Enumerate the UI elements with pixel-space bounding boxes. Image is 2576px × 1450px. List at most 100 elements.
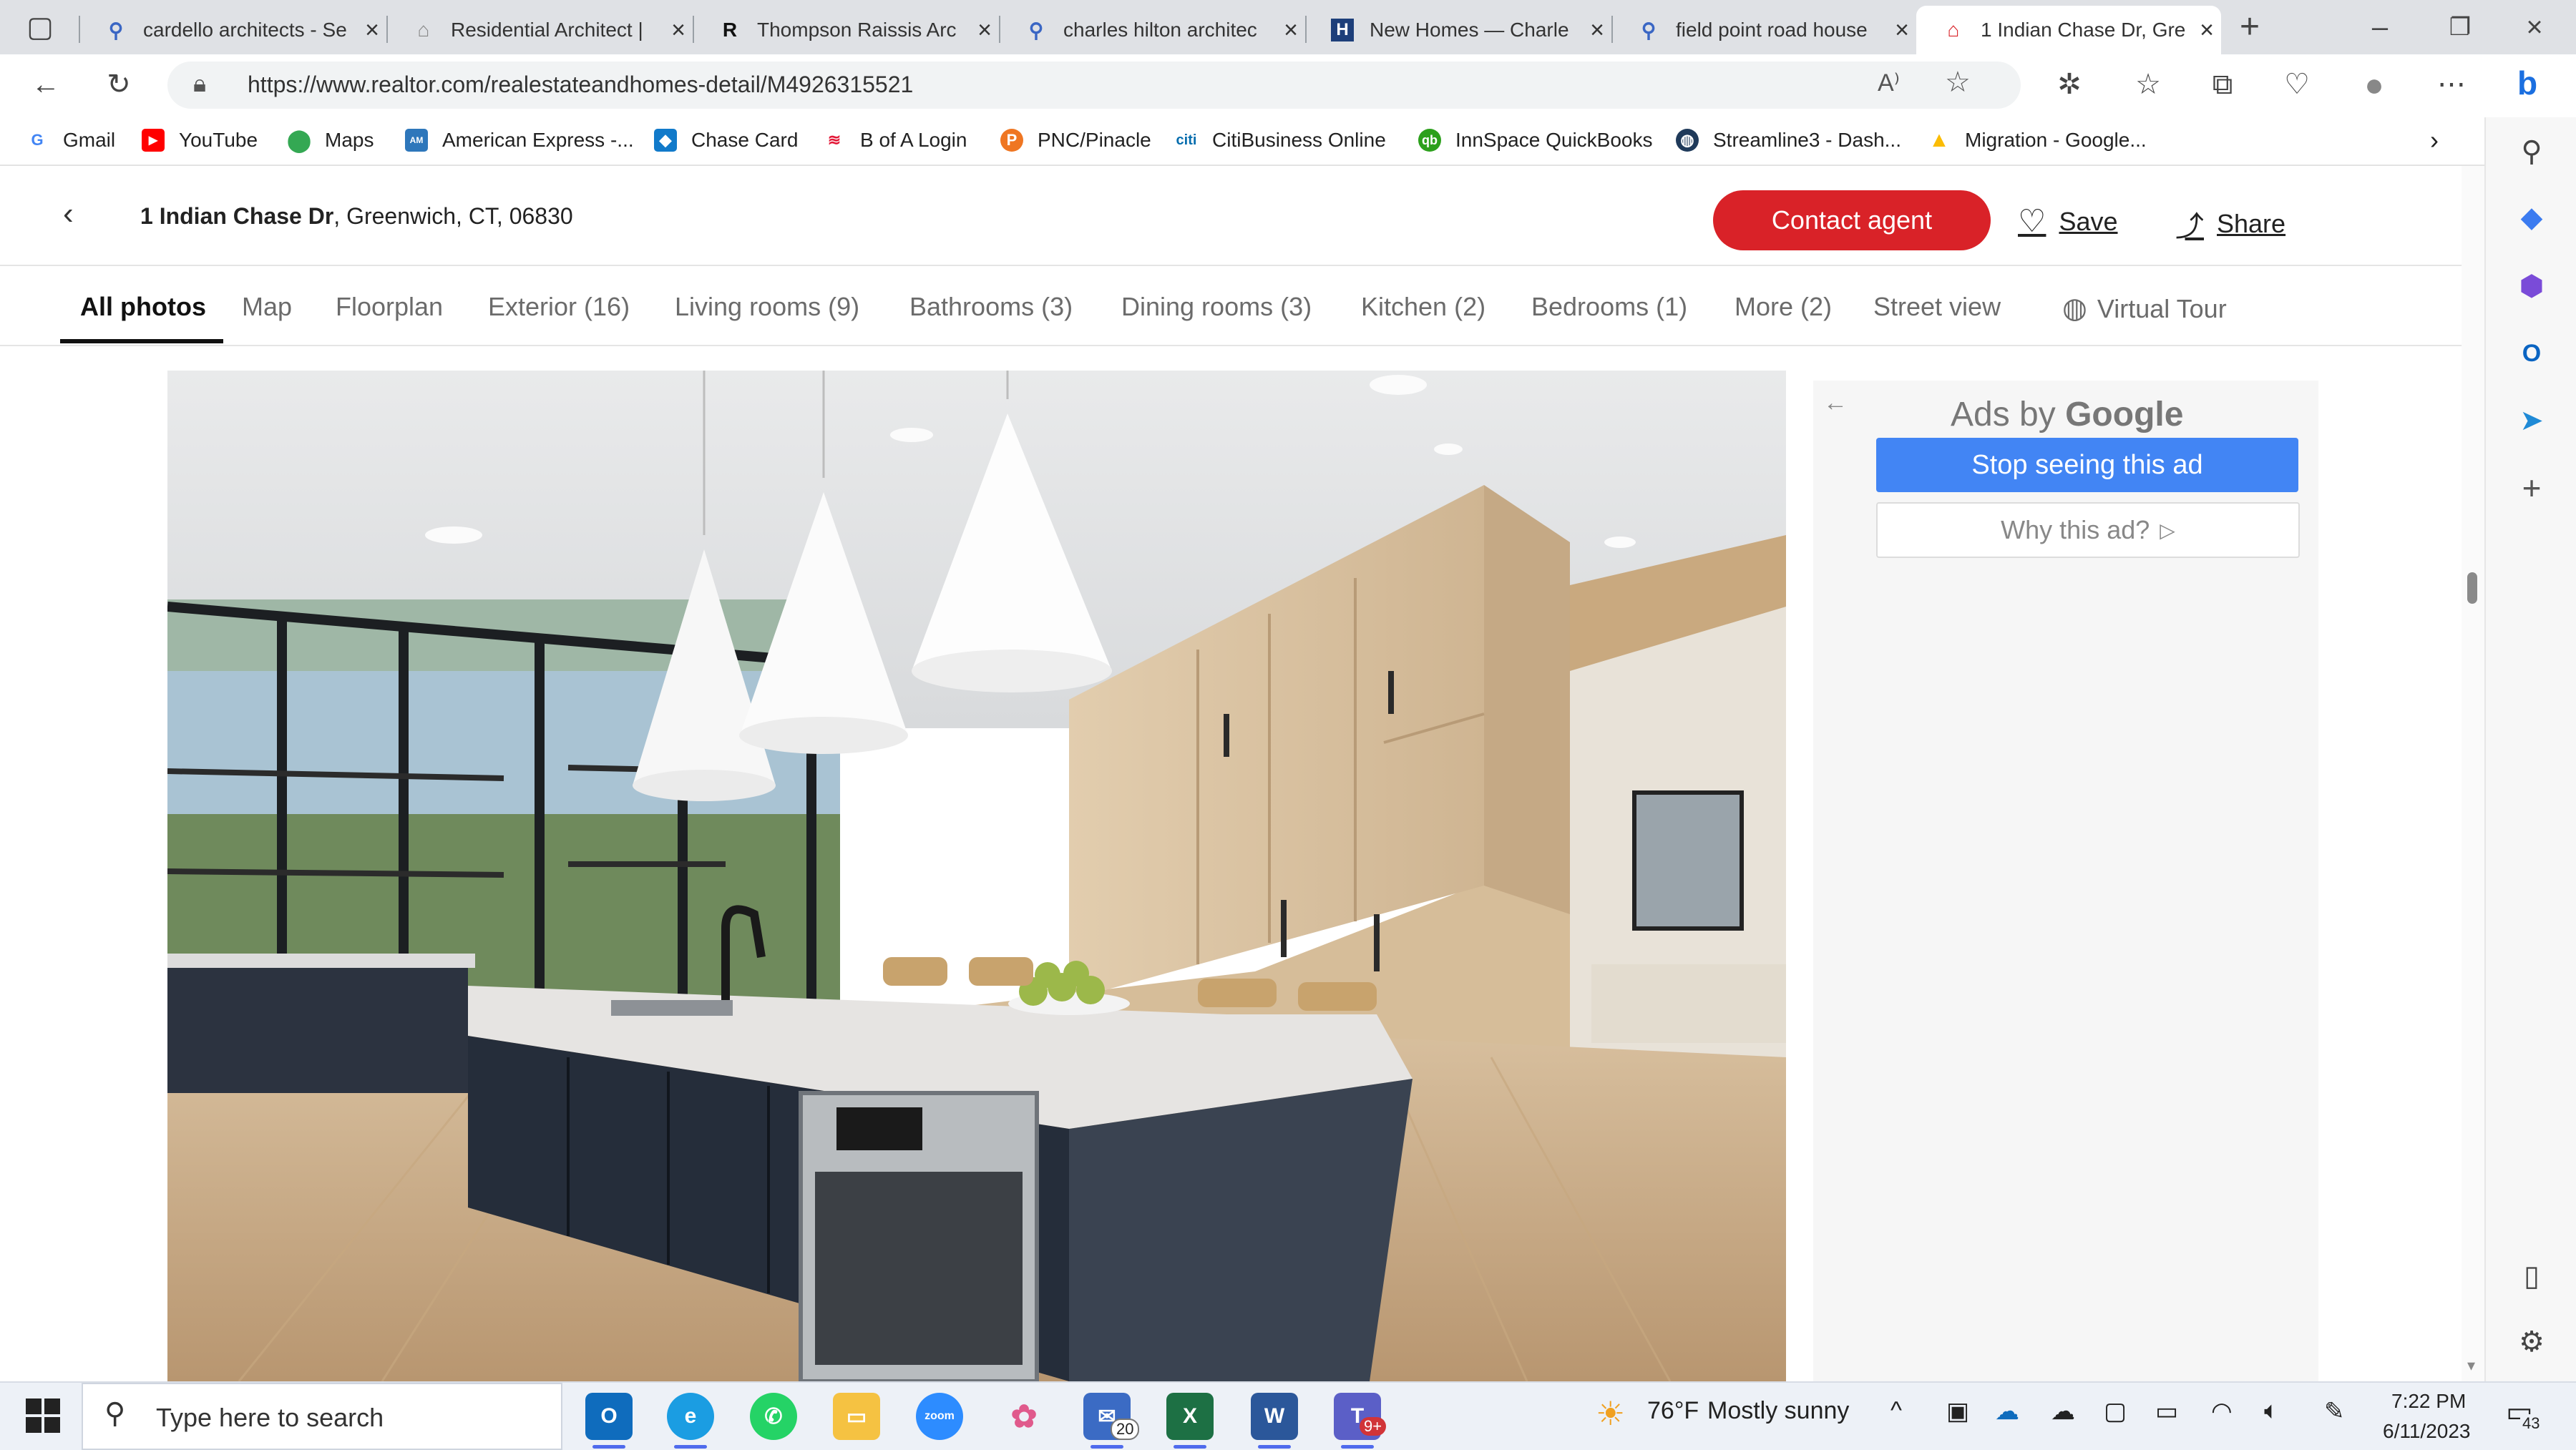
tab-4[interactable]: ⚲ charles hilton architec × <box>999 6 1305 54</box>
share-button[interactable]: ⤴ Share <box>2175 203 2285 245</box>
bookmark-migration[interactable]: ▲ Migration - Google... <box>1928 126 2147 155</box>
bookmark-citi[interactable]: citi CitiBusiness Online <box>1175 126 1386 155</box>
contact-agent-button[interactable]: Contact agent <box>1713 190 1991 250</box>
tab-7-active[interactable]: ⌂ 1 Indian Chase Dr, Gre × <box>1916 6 2221 54</box>
display-icon[interactable]: ▢ <box>2104 1397 2127 1426</box>
clock-time[interactable]: 7:22 PM <box>2391 1390 2466 1413</box>
back-arrow-icon[interactable]: ← <box>24 63 67 106</box>
weather-condition[interactable]: Mostly sunny <box>1707 1397 1849 1425</box>
shopping-tag-icon[interactable]: ◆ <box>2510 196 2553 239</box>
bing-chat-icon[interactable]: b <box>2506 62 2549 104</box>
tab-living-rooms[interactable]: Living rooms (9) <box>675 292 859 322</box>
notifications-icon[interactable]: ▭ 43 <box>2506 1396 2545 1434</box>
excel-app-icon[interactable]: X <box>1166 1393 1214 1449</box>
refresh-icon[interactable]: ↻ <box>97 63 140 106</box>
tab-more[interactable]: More (2) <box>1735 292 1832 322</box>
clock-date[interactable]: 6/11/2023 <box>2383 1420 2471 1443</box>
listing-photo-kitchen[interactable] <box>167 371 1786 1381</box>
url-box[interactable]: 🔒︎ https://www.realtor.com/realestateand… <box>167 62 2021 109</box>
tab-virtual-tour[interactable]: ◍ Virtual Tour <box>2062 292 2227 325</box>
settings-gear-icon[interactable]: ⚙ <box>2510 1321 2553 1363</box>
close-icon[interactable]: × <box>1888 16 1916 44</box>
onedrive-icon[interactable]: ☁ <box>1995 1397 2019 1426</box>
weather-temp[interactable]: 76°F <box>1647 1397 1699 1425</box>
tab-1[interactable]: ⚲ cardello architects - Se × <box>79 6 386 54</box>
close-icon[interactable]: × <box>1583 16 1611 44</box>
search-icon[interactable]: ⚲ <box>2510 130 2553 173</box>
read-aloud-icon[interactable]: A⁾ <box>1878 69 1900 97</box>
edge-app-icon[interactable]: e <box>667 1393 714 1449</box>
send-icon[interactable]: ➤ <box>2510 399 2553 442</box>
file-explorer-icon[interactable]: ▭ <box>833 1393 880 1440</box>
whatsapp-app-icon[interactable]: ✆ <box>750 1393 797 1440</box>
outlook-app-icon[interactable]: O <box>585 1393 633 1449</box>
add-sidebar-app-icon[interactable]: + <box>2510 466 2553 509</box>
browser-essentials-icon[interactable]: ♡ <box>2275 63 2318 106</box>
volume-icon[interactable]: 🔈︎ <box>2264 1397 2278 1425</box>
stop-seeing-ad-button[interactable]: Stop seeing this ad <box>1876 438 2298 492</box>
tab-6[interactable]: ⚲ field point road house × <box>1611 6 1916 54</box>
tab-dining-rooms[interactable]: Dining rooms (3) <box>1121 292 1312 322</box>
close-icon[interactable]: × <box>1277 16 1305 44</box>
tab-actions-icon[interactable]: ▢ <box>19 6 62 49</box>
pinwheel-app-icon[interactable]: ✿ <box>1000 1393 1048 1440</box>
bookmark-streamline3[interactable]: ◍ Streamline3 - Dash... <box>1676 126 1901 155</box>
pen-icon[interactable]: ✎ <box>2324 1397 2345 1426</box>
url-text[interactable]: https://www.realtor.com/realestateandhom… <box>248 72 913 98</box>
save-button[interactable]: ♡ Save <box>2018 203 2118 240</box>
back-chevron-icon[interactable]: ‹ <box>63 196 74 232</box>
weather-sun-icon[interactable]: ☀ <box>1596 1394 1625 1433</box>
meet-now-icon[interactable]: ▣ <box>1946 1397 1969 1426</box>
show-hidden-icons-chevron[interactable]: ^ <box>1890 1397 1902 1425</box>
window-close-icon[interactable]: × <box>2513 6 2556 49</box>
tab-5[interactable]: H New Homes — Charle × <box>1305 6 1611 54</box>
new-tab-button[interactable]: + <box>2228 6 2271 49</box>
tab-2[interactable]: ⌂ Residential Architect | × <box>386 6 693 54</box>
bookmark-maps[interactable]: ⬤ Maps <box>287 126 374 155</box>
close-icon[interactable]: × <box>358 16 386 44</box>
wifi-icon[interactable]: ◠ <box>2211 1397 2233 1426</box>
scrollbar-thumb[interactable] <box>2467 572 2477 604</box>
tab-street-view[interactable]: Street view <box>1873 292 2001 322</box>
bookmark-pnc[interactable]: P PNC/Pinacle <box>1000 126 1151 155</box>
onedrive-personal-icon[interactable]: ☁ <box>2051 1397 2075 1426</box>
close-icon[interactable]: × <box>970 16 999 44</box>
tab-floorplan[interactable]: Floorplan <box>336 292 443 322</box>
extensions-icon[interactable]: ✲ <box>2048 63 2091 106</box>
mail-app-icon[interactable]: ✉ 20 <box>1083 1393 1140 1449</box>
tab-exterior[interactable]: Exterior (16) <box>488 292 630 322</box>
bookmark-gmail[interactable]: G Gmail <box>26 126 115 155</box>
minimize-icon[interactable]: – <box>2358 6 2401 49</box>
favorite-star-icon[interactable]: ☆ <box>1945 66 1971 99</box>
restore-icon[interactable]: ❐ <box>2439 6 2482 49</box>
chevron-right-icon[interactable]: › <box>2430 125 2439 155</box>
bookmark-bofa[interactable]: ≋ B of A Login <box>823 126 967 155</box>
more-menu-icon[interactable]: ⋯ <box>2430 63 2473 106</box>
sidebar-layout-icon[interactable]: ▯ <box>2510 1255 2553 1298</box>
windows-start-icon[interactable] <box>26 1398 60 1433</box>
tab-bathrooms[interactable]: Bathrooms (3) <box>909 292 1073 322</box>
tab-kitchen[interactable]: Kitchen (2) <box>1361 292 1485 322</box>
bookmark-chase[interactable]: ◆ Chase Card <box>654 126 798 155</box>
page-scrollbar[interactable]: ▾ <box>2462 166 2484 1381</box>
tab-bedrooms[interactable]: Bedrooms (1) <box>1531 292 1687 322</box>
bookmark-amex[interactable]: AM American Express -... <box>405 126 634 155</box>
taskbar-search-box[interactable]: ⚲ Type here to search <box>82 1383 562 1450</box>
teams-app-icon[interactable]: T 9+ <box>1334 1393 1387 1449</box>
scroll-down-icon[interactable]: ▾ <box>2467 1356 2475 1375</box>
battery-icon[interactable]: ▭ <box>2155 1397 2178 1426</box>
zoom-app-icon[interactable]: zoom <box>916 1393 963 1440</box>
bookmark-youtube[interactable]: ▶ YouTube <box>142 126 258 155</box>
tab-map[interactable]: Map <box>242 292 292 322</box>
favorites-icon[interactable]: ☆ <box>2127 63 2170 106</box>
word-app-icon[interactable]: W <box>1251 1393 1298 1449</box>
tab-3[interactable]: R Thompson Raissis Arc × <box>693 6 999 54</box>
close-icon[interactable]: × <box>2192 16 2221 44</box>
ad-back-arrow-icon[interactable]: ← <box>1823 389 1848 417</box>
collections-icon[interactable]: ⧉ <box>2201 63 2244 106</box>
copilot-icon[interactable]: ⬢ <box>2510 265 2553 308</box>
outlook-icon[interactable]: O <box>2510 332 2553 375</box>
bookmark-quickbooks[interactable]: qb InnSpace QuickBooks <box>1418 126 1653 155</box>
tab-all-photos[interactable]: All photos <box>80 292 206 322</box>
profile-avatar[interactable]: ● <box>2353 63 2396 106</box>
